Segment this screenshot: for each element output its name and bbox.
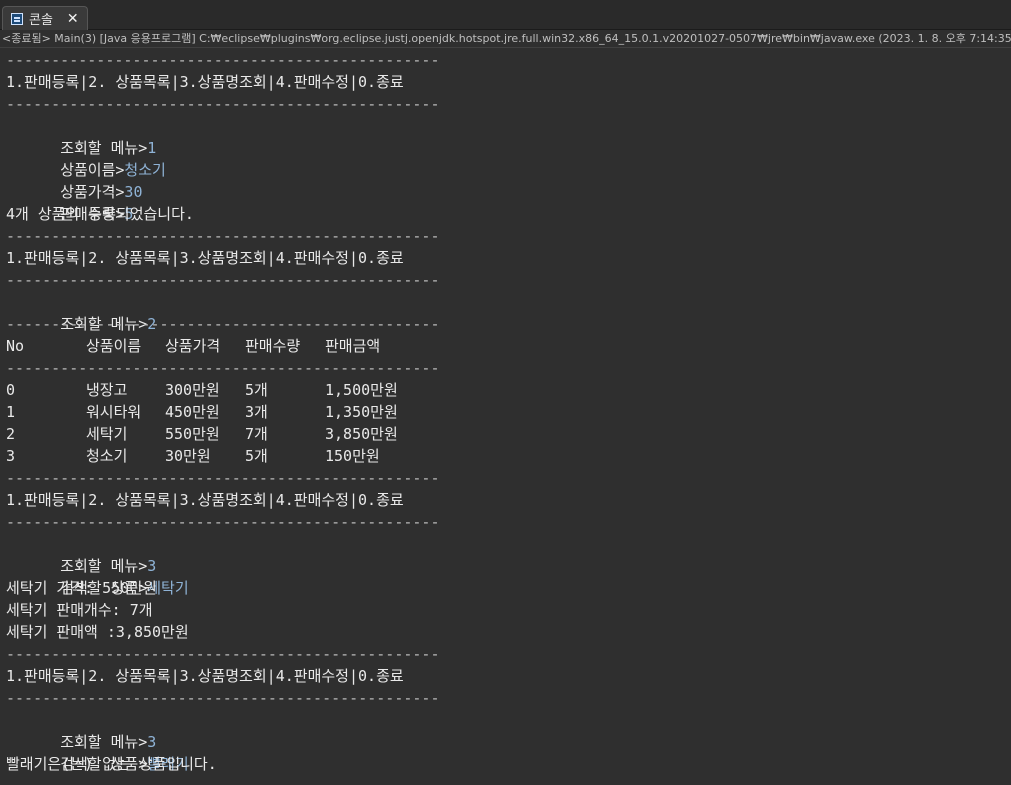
- table-cell: 450만원: [165, 403, 220, 421]
- result-line: 4개 상품의 등록되었습니다.: [6, 205, 194, 223]
- separator-line: ----------------------------------------…: [6, 469, 440, 487]
- launch-path: <종료됨> Main(3) [Java 응용프로그램] C:₩eclipse₩p…: [0, 30, 1011, 48]
- separator-line: ----------------------------------------…: [6, 645, 440, 663]
- table-row: 1 워시타워 450만원 3개 1,350만원: [6, 401, 1005, 423]
- prompt-line: 조회할 메뉴>3: [6, 709, 1005, 751]
- tab-console[interactable]: 콘솔 ✕: [2, 6, 88, 30]
- table-cell: 3,850만원: [325, 425, 398, 443]
- console-output[interactable]: ----------------------------------------…: [0, 49, 1011, 785]
- separator-line: ----------------------------------------…: [6, 51, 440, 69]
- tab-label: 콘솔: [29, 13, 53, 28]
- table-cell: 1: [6, 403, 16, 421]
- table-row: 0 냉장고 300만원 5개 1,500만원: [6, 379, 1005, 401]
- user-input: 30: [124, 183, 143, 201]
- table-cell: 냉장고: [86, 381, 128, 399]
- user-input: 1: [147, 139, 157, 157]
- column-header: 판매수량: [245, 337, 301, 355]
- table-cell: 5개: [245, 381, 268, 399]
- view-tab-strip: 콘솔 ✕: [0, 0, 1011, 30]
- separator-line: ----------------------------------------…: [6, 315, 440, 333]
- separator-line: ----------------------------------------…: [6, 95, 440, 113]
- table-cell: 3: [6, 447, 16, 465]
- table-cell: 550만원: [165, 425, 220, 443]
- table-cell: 5개: [245, 447, 268, 465]
- separator-line: ----------------------------------------…: [6, 689, 440, 707]
- separator-line: ----------------------------------------…: [6, 359, 440, 377]
- user-input: 청소기: [124, 161, 166, 179]
- menu-line: 1.판매등록|2. 상품목록|3.상품명조회|4.판매수정|0.종료: [6, 667, 404, 685]
- user-input: 3: [147, 733, 157, 751]
- table-cell: 워시타워: [86, 403, 142, 421]
- prompt-text: 조회할 메뉴>: [60, 557, 148, 575]
- prompt-line: 조회할 메뉴>2: [6, 291, 1005, 333]
- table-cell: 세탁기: [86, 425, 128, 443]
- table-row: 3 청소기 30만원 5개 150만원: [6, 445, 1005, 467]
- console-icon: [11, 12, 23, 25]
- prompt-line: 판매수량>5: [6, 181, 1005, 223]
- table-cell: 300만원: [165, 381, 220, 399]
- table-cell: 7개: [245, 425, 268, 443]
- table-cell: 청소기: [86, 447, 128, 465]
- user-input: 3: [147, 557, 157, 575]
- result-line: 세탁기 판매액 :3,850만원: [6, 623, 189, 641]
- result-line: 빨래기은(는) 없는 상품입니다.: [6, 755, 217, 773]
- prompt-line: 조회할 메뉴>3: [6, 533, 1005, 575]
- column-header: 상품이름: [86, 337, 142, 355]
- column-header: 판매금액: [325, 337, 381, 355]
- prompt-text: 상품이름>: [60, 161, 125, 179]
- column-header: 상품가격: [165, 337, 221, 355]
- menu-line: 1.판매등록|2. 상품목록|3.상품명조회|4.판매수정|0.종료: [6, 73, 404, 91]
- table-cell: 0: [6, 381, 16, 399]
- separator-line: ----------------------------------------…: [6, 227, 440, 245]
- table-cell: 2: [6, 425, 16, 443]
- table-row: 2 세탁기 550만원 7개 3,850만원: [6, 423, 1005, 445]
- menu-line: 1.판매등록|2. 상품목록|3.상품명조회|4.판매수정|0.종료: [6, 249, 404, 267]
- separator-line: ----------------------------------------…: [6, 513, 440, 531]
- prompt-text: 조회할 메뉴>: [60, 733, 148, 751]
- column-header: No: [6, 337, 25, 355]
- table-cell: 30만원: [165, 447, 211, 465]
- table-cell: 3개: [245, 403, 268, 421]
- close-icon[interactable]: ✕: [67, 12, 79, 26]
- table-cell: 150만원: [325, 447, 380, 465]
- menu-line: 1.판매등록|2. 상품목록|3.상품명조회|4.판매수정|0.종료: [6, 491, 404, 509]
- table-cell: 1,500만원: [325, 381, 398, 399]
- prompt-text: 상품가격>: [60, 183, 125, 201]
- eclipse-console-view: 콘솔 ✕ <종료됨> Main(3) [Java 응용프로그램] C:₩ecli…: [0, 0, 1011, 785]
- prompt-line: 조회할 메뉴>1: [6, 115, 1005, 157]
- table-cell: 1,350만원: [325, 403, 398, 421]
- separator-line: ----------------------------------------…: [6, 271, 440, 289]
- result-line: 세탁기 판매개수: 7개: [6, 601, 153, 619]
- table-header-row: No 상품이름 상품가격 판매수량 판매금액: [6, 335, 1005, 357]
- result-line: 세탁기 가격: 550만원: [6, 579, 157, 597]
- prompt-text: 조회할 메뉴>: [60, 139, 148, 157]
